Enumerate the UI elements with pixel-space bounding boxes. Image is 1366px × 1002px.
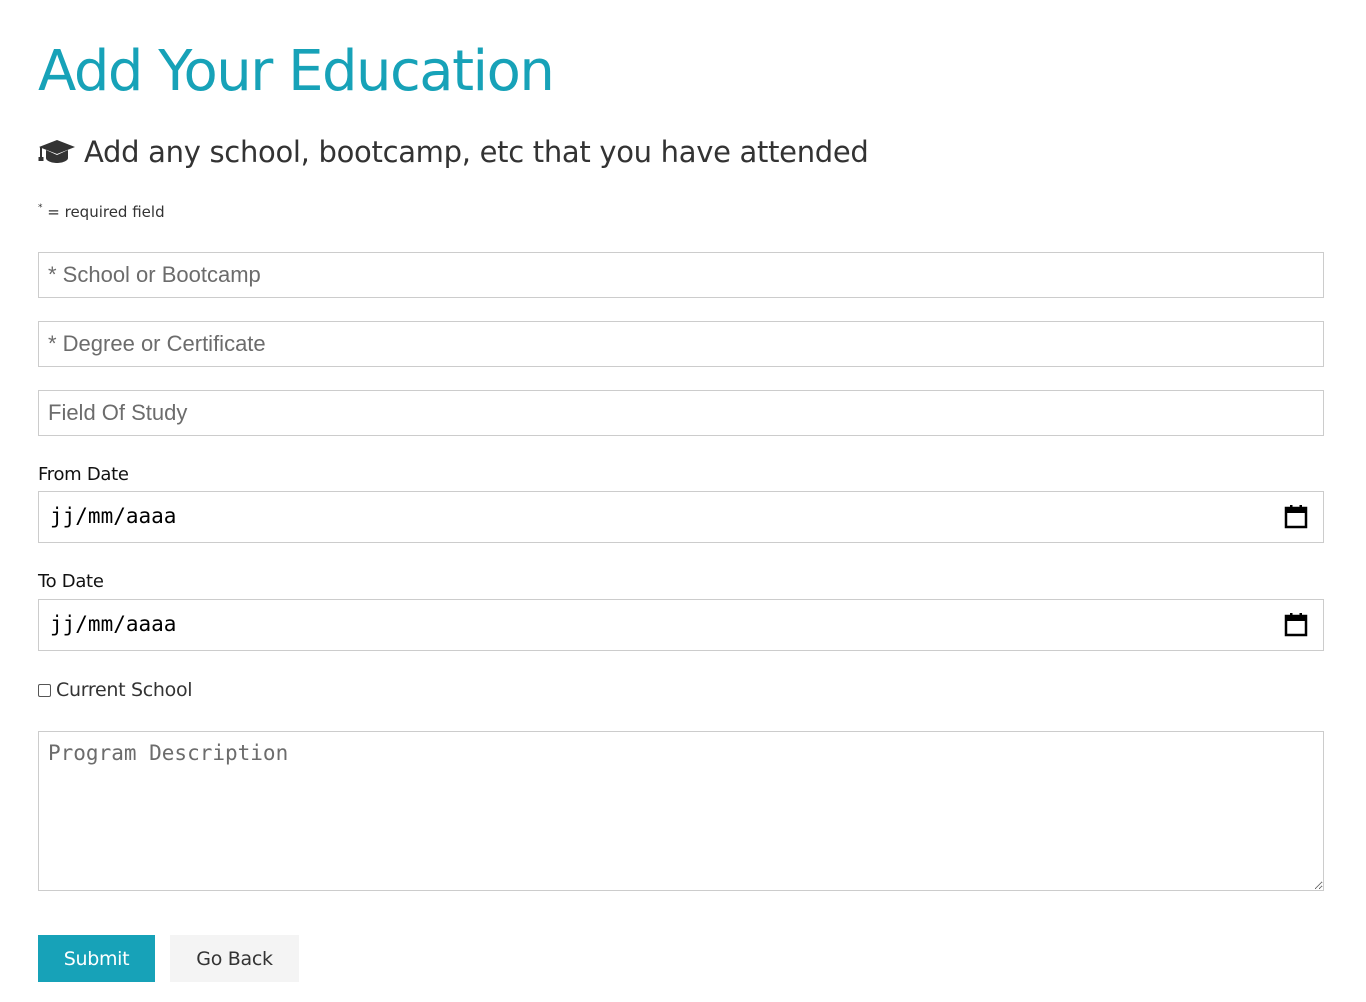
- to-date-label: To Date: [38, 571, 104, 592]
- current-school-row[interactable]: Current School: [38, 678, 193, 702]
- page-lead: Add any school, bootcamp, etc that you h…: [38, 134, 869, 170]
- graduation-cap-icon: [38, 140, 75, 163]
- current-school-checkbox[interactable]: [38, 683, 51, 697]
- school-input[interactable]: [38, 252, 1324, 298]
- program-description-textarea[interactable]: [38, 731, 1324, 891]
- calendar-icon[interactable]: [1283, 612, 1309, 638]
- to-date-input[interactable]: jj/mm/aaaa: [38, 599, 1324, 651]
- submit-button[interactable]: Submit: [38, 935, 155, 982]
- from-date-label: From Date: [38, 464, 129, 485]
- from-date-value: jj/mm/aaaa: [50, 504, 177, 528]
- field-of-study-input[interactable]: [38, 390, 1324, 436]
- calendar-icon[interactable]: [1283, 504, 1309, 530]
- page-lead-text: Add any school, bootcamp, etc that you h…: [84, 135, 869, 169]
- go-back-button[interactable]: Go Back: [170, 935, 299, 982]
- current-school-label: Current School: [56, 679, 193, 701]
- to-date-value: jj/mm/aaaa: [50, 612, 177, 636]
- required-note-text: = required field: [42, 203, 165, 221]
- required-field-note: * = required field: [38, 203, 165, 221]
- from-date-input[interactable]: jj/mm/aaaa: [38, 491, 1324, 543]
- page-title: Add Your Education: [38, 39, 555, 104]
- degree-input[interactable]: [38, 321, 1324, 367]
